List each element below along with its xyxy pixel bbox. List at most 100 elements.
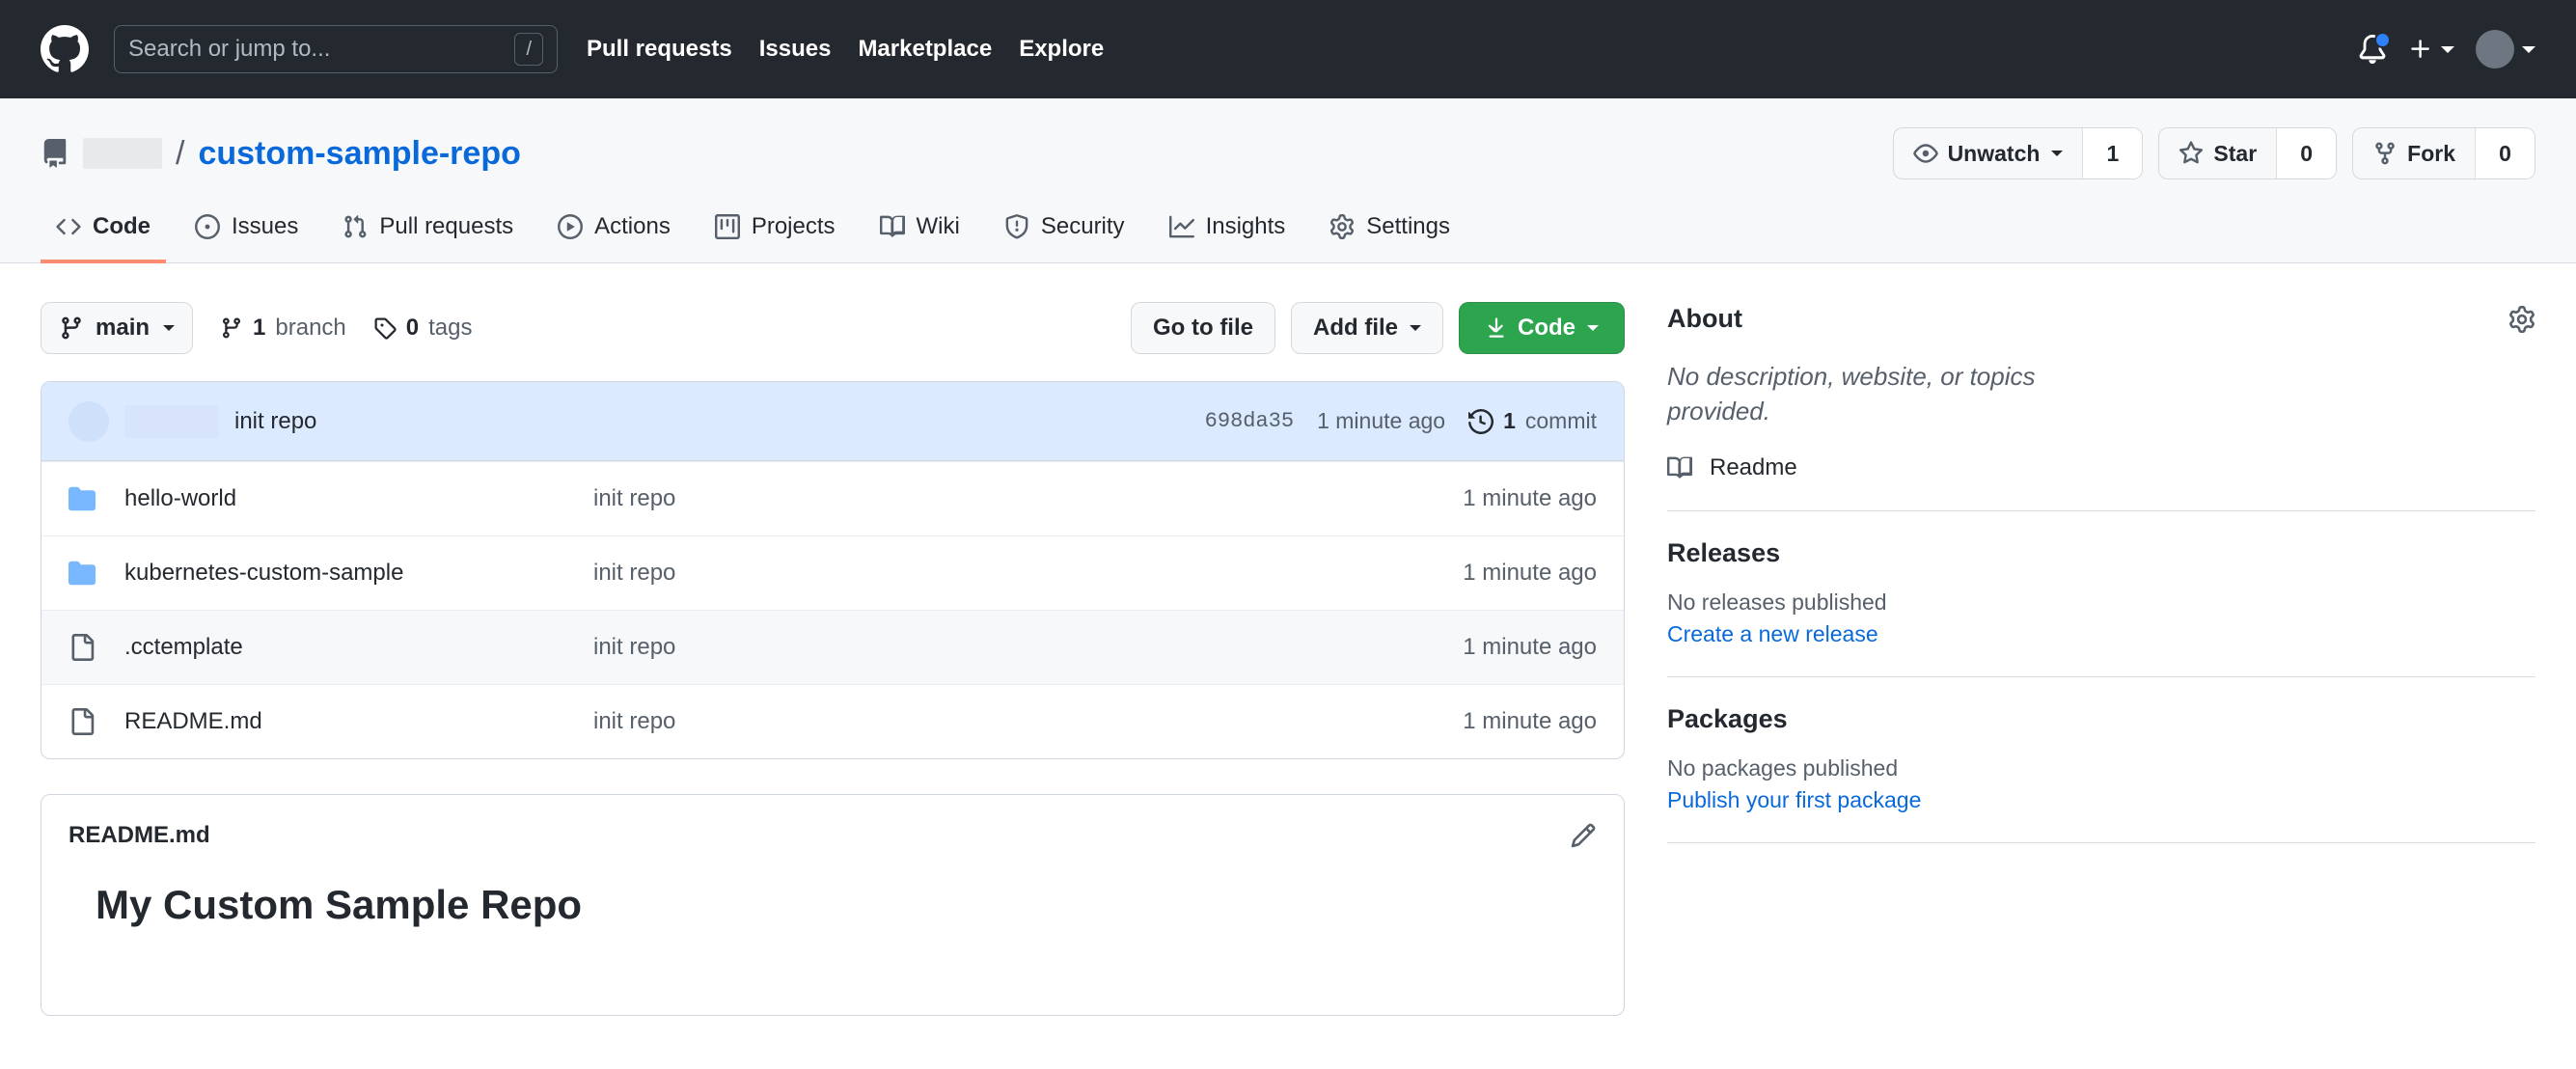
nav-marketplace[interactable]: Marketplace bbox=[858, 36, 992, 63]
publish-package-link[interactable]: Publish your first package bbox=[1667, 787, 2535, 813]
table-row[interactable]: hello-world init repo 1 minute ago bbox=[41, 461, 1624, 535]
commit-author-redacted[interactable] bbox=[124, 404, 219, 438]
tab-security-label: Security bbox=[1040, 213, 1125, 239]
readme-content: My Custom Sample Repo bbox=[41, 849, 1624, 928]
user-menu-button[interactable] bbox=[2476, 30, 2535, 69]
branch-count-link[interactable]: 1 branch bbox=[220, 315, 346, 342]
repo-book-icon bbox=[41, 139, 69, 168]
file-name-link[interactable]: .cctemplate bbox=[101, 634, 593, 661]
tab-issues-label: Issues bbox=[232, 213, 299, 239]
file-commit-message[interactable]: init repo bbox=[593, 485, 1463, 512]
branch-name: main bbox=[96, 315, 151, 341]
create-new-button[interactable] bbox=[2408, 37, 2454, 62]
branch-selector-button[interactable]: main bbox=[41, 302, 194, 354]
releases-title: Releases bbox=[1667, 537, 1781, 567]
commit-author-group: init repo bbox=[69, 400, 316, 442]
file-name-link[interactable]: README.md bbox=[101, 708, 593, 735]
commit-sha[interactable]: 698da35 bbox=[1205, 409, 1294, 433]
table-row[interactable]: README.md init repo 1 minute ago bbox=[41, 684, 1624, 758]
search-input[interactable]: Search or jump to... / bbox=[114, 25, 558, 73]
watch-count[interactable]: 1 bbox=[2082, 128, 2143, 178]
file-icon bbox=[69, 708, 101, 735]
tab-security[interactable]: Security bbox=[989, 202, 1140, 263]
create-release-link[interactable]: Create a new release bbox=[1667, 621, 2535, 647]
repo-name-link[interactable]: custom-sample-repo bbox=[198, 135, 520, 173]
fork-button[interactable]: Fork bbox=[2353, 128, 2475, 178]
star-button[interactable]: Star bbox=[2159, 128, 2276, 178]
repo-owner-redacted[interactable] bbox=[83, 138, 162, 169]
commit-history-link[interactable]: 1 commit bbox=[1468, 408, 1597, 434]
tag-count-link[interactable]: 0 tags bbox=[373, 315, 473, 342]
tab-projects-label: Projects bbox=[751, 213, 836, 239]
avatar[interactable] bbox=[69, 400, 109, 442]
table-row[interactable]: kubernetes-custom-sample init repo 1 min… bbox=[41, 535, 1624, 610]
pencil-icon[interactable] bbox=[1570, 822, 1597, 849]
nav-pull-requests[interactable]: Pull requests bbox=[587, 36, 732, 63]
tab-actions[interactable]: Actions bbox=[542, 202, 686, 263]
add-file-label: Add file bbox=[1313, 315, 1398, 341]
nav-issues[interactable]: Issues bbox=[759, 36, 832, 63]
latest-commit-bar: init repo 698da35 1 minute ago 1 commit bbox=[41, 382, 1624, 461]
global-header: Search or jump to... / Pull requests Iss… bbox=[0, 0, 2576, 98]
main-column: main 1 branch 0 tags Go to file Add file… bbox=[41, 302, 1625, 1016]
tab-wiki[interactable]: Wiki bbox=[864, 202, 975, 263]
book-icon bbox=[879, 214, 905, 239]
file-commit-message[interactable]: init repo bbox=[593, 708, 1463, 735]
git-branch-icon bbox=[220, 316, 243, 340]
divider bbox=[1667, 509, 2535, 511]
star-label: Star bbox=[2213, 140, 2258, 166]
repo-header: / custom-sample-repo Unwatch 1 Star 0 Fo… bbox=[0, 98, 2576, 263]
code-download-button[interactable]: Code bbox=[1459, 302, 1625, 354]
add-file-button[interactable]: Add file bbox=[1291, 302, 1443, 354]
go-to-file-button[interactable]: Go to file bbox=[1131, 302, 1275, 354]
gear-icon[interactable] bbox=[2508, 305, 2535, 333]
global-nav: Pull requests Issues Marketplace Explore bbox=[587, 36, 1104, 63]
fork-count[interactable]: 0 bbox=[2475, 128, 2535, 178]
code-icon bbox=[56, 214, 81, 239]
tab-insights[interactable]: Insights bbox=[1154, 202, 1302, 263]
file-commit-time: 1 minute ago bbox=[1463, 708, 1597, 734]
about-readme-link[interactable]: Readme bbox=[1667, 454, 2535, 481]
commit-meta-group: 698da35 1 minute ago 1 commit bbox=[1205, 408, 1597, 434]
commit-time: 1 minute ago bbox=[1317, 408, 1446, 433]
commit-message[interactable]: init repo bbox=[234, 408, 316, 435]
file-commit-message[interactable]: init repo bbox=[593, 560, 1463, 587]
packages-section: Packages No packages published Publish y… bbox=[1667, 704, 2535, 842]
star-icon bbox=[2179, 141, 2204, 164]
nav-explore[interactable]: Explore bbox=[1019, 36, 1104, 63]
file-name-link[interactable]: kubernetes-custom-sample bbox=[101, 560, 593, 587]
download-icon bbox=[1485, 316, 1508, 340]
toolbar-right-group: Go to file Add file Code bbox=[1131, 302, 1625, 354]
file-commit-time: 1 minute ago bbox=[1463, 560, 1597, 586]
notification-indicator-dot bbox=[2374, 32, 2391, 48]
chevron-down-icon bbox=[2051, 151, 2064, 156]
header-right-group bbox=[2358, 30, 2535, 69]
git-branch-icon bbox=[59, 315, 84, 341]
star-count[interactable]: 0 bbox=[2276, 128, 2337, 178]
branch-count-label: branch bbox=[275, 315, 346, 341]
tab-code[interactable]: Code bbox=[41, 202, 166, 263]
readme-title: README.md bbox=[69, 822, 210, 848]
notifications-button[interactable] bbox=[2358, 32, 2391, 64]
repo-actions: Unwatch 1 Star 0 Fork 0 bbox=[1892, 127, 2535, 179]
releases-empty-text: No releases published bbox=[1667, 589, 1887, 615]
github-mark-icon[interactable] bbox=[41, 25, 89, 73]
code-button-label: Code bbox=[1518, 315, 1576, 341]
chevron-down-icon bbox=[1587, 325, 1599, 331]
play-icon bbox=[558, 214, 584, 239]
tab-pull-requests[interactable]: Pull requests bbox=[327, 202, 529, 263]
chevron-down-icon bbox=[2441, 45, 2454, 53]
tab-projects[interactable]: Projects bbox=[699, 202, 851, 263]
avatar bbox=[2476, 30, 2514, 69]
repo-tabs: Code Issues Pull requests Actions Projec bbox=[41, 201, 2535, 263]
file-name-link[interactable]: hello-world bbox=[101, 485, 593, 512]
unwatch-button[interactable]: Unwatch bbox=[1894, 128, 2083, 178]
search-placeholder: Search or jump to... bbox=[128, 36, 331, 62]
about-readme-label: Readme bbox=[1710, 453, 1797, 480]
file-navigation-toolbar: main 1 branch 0 tags Go to file Add file… bbox=[41, 302, 1625, 354]
tab-issues[interactable]: Issues bbox=[179, 202, 314, 263]
graph-icon bbox=[1168, 214, 1194, 239]
tab-settings[interactable]: Settings bbox=[1314, 202, 1466, 263]
file-commit-message[interactable]: init repo bbox=[593, 634, 1463, 661]
table-row[interactable]: .cctemplate init repo 1 minute ago bbox=[41, 610, 1624, 684]
